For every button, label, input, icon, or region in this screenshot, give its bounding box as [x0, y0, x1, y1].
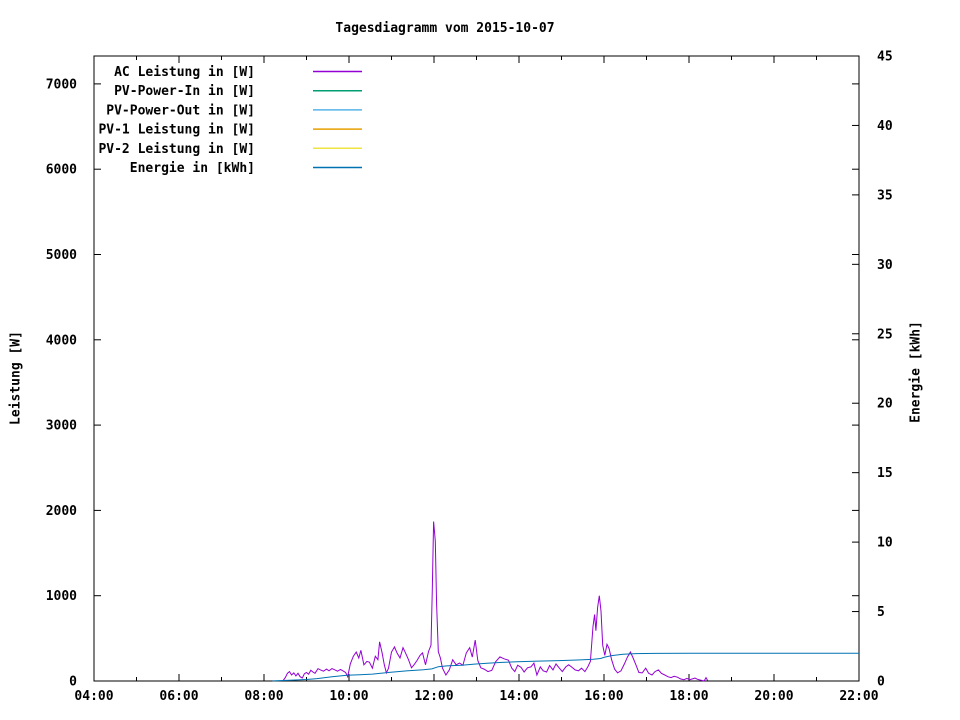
chart-canvas: Tagesdiagramm vom 2015-10-07 Leistung [W… [0, 0, 960, 720]
y2-axis-tick-label: 10 [877, 536, 893, 551]
y2-axis-tick-label: 0 [877, 675, 885, 690]
series-ac [282, 521, 709, 682]
x-axis-tick-label: 20:00 [754, 689, 793, 704]
x-axis-tick-label: 18:00 [669, 689, 708, 704]
y-axis-tick-label: 2000 [46, 504, 77, 519]
y-axis-tick-label: 5000 [46, 248, 77, 263]
y2-axis-tick-label: 25 [877, 327, 893, 342]
y-axis-tick-label: 6000 [46, 163, 77, 178]
legend-label-6: Energie in [kWh] [130, 161, 255, 176]
x-axis-tick-label: 12:00 [414, 689, 453, 704]
legend-label-3: PV-Power-Out in [W] [106, 103, 255, 118]
legend-label-1: AC Leistung in [W] [114, 65, 255, 80]
y2-axis-tick-label: 35 [877, 188, 893, 203]
legend-label-5: PV-2 Leistung in [W] [98, 142, 255, 157]
y-axis-tick-label: 7000 [46, 77, 77, 92]
y2-axis-tick-label: 15 [877, 466, 893, 481]
y-axis-tick-label: 3000 [46, 419, 77, 434]
y2-axis-tick-label: 5 [877, 605, 885, 620]
y-axis-tick-label: 1000 [46, 589, 77, 604]
x-axis-tick-label: 14:00 [499, 689, 538, 704]
x-axis-tick-label: 04:00 [74, 689, 113, 704]
x-axis-tick-label: 22:00 [839, 689, 878, 704]
y-axis-tick-label: 4000 [46, 333, 77, 348]
y2-axis-tick-label: 40 [877, 119, 893, 134]
y2-axis-tick-label: 30 [877, 258, 893, 273]
x-axis-tick-label: 10:00 [329, 689, 368, 704]
plot-area: 04:00 06:00 08:00 10:00 12:00 14:00 16:00 18:00… [46, 50, 893, 705]
y-axis-tick-label: 0 [69, 675, 77, 690]
legend-label-2: PV-Power-In in [W] [114, 84, 255, 99]
x-axis-tick-label: 06:00 [159, 689, 198, 704]
legend-label-4: PV-1 Leistung in [W] [98, 123, 255, 138]
y2-axis-tick-label: 20 [877, 397, 893, 412]
y2-axis-tick-label: 45 [877, 50, 893, 65]
x-axis-tick-label: 16:00 [584, 689, 623, 704]
x-axis-tick-label: 08:00 [244, 689, 283, 704]
